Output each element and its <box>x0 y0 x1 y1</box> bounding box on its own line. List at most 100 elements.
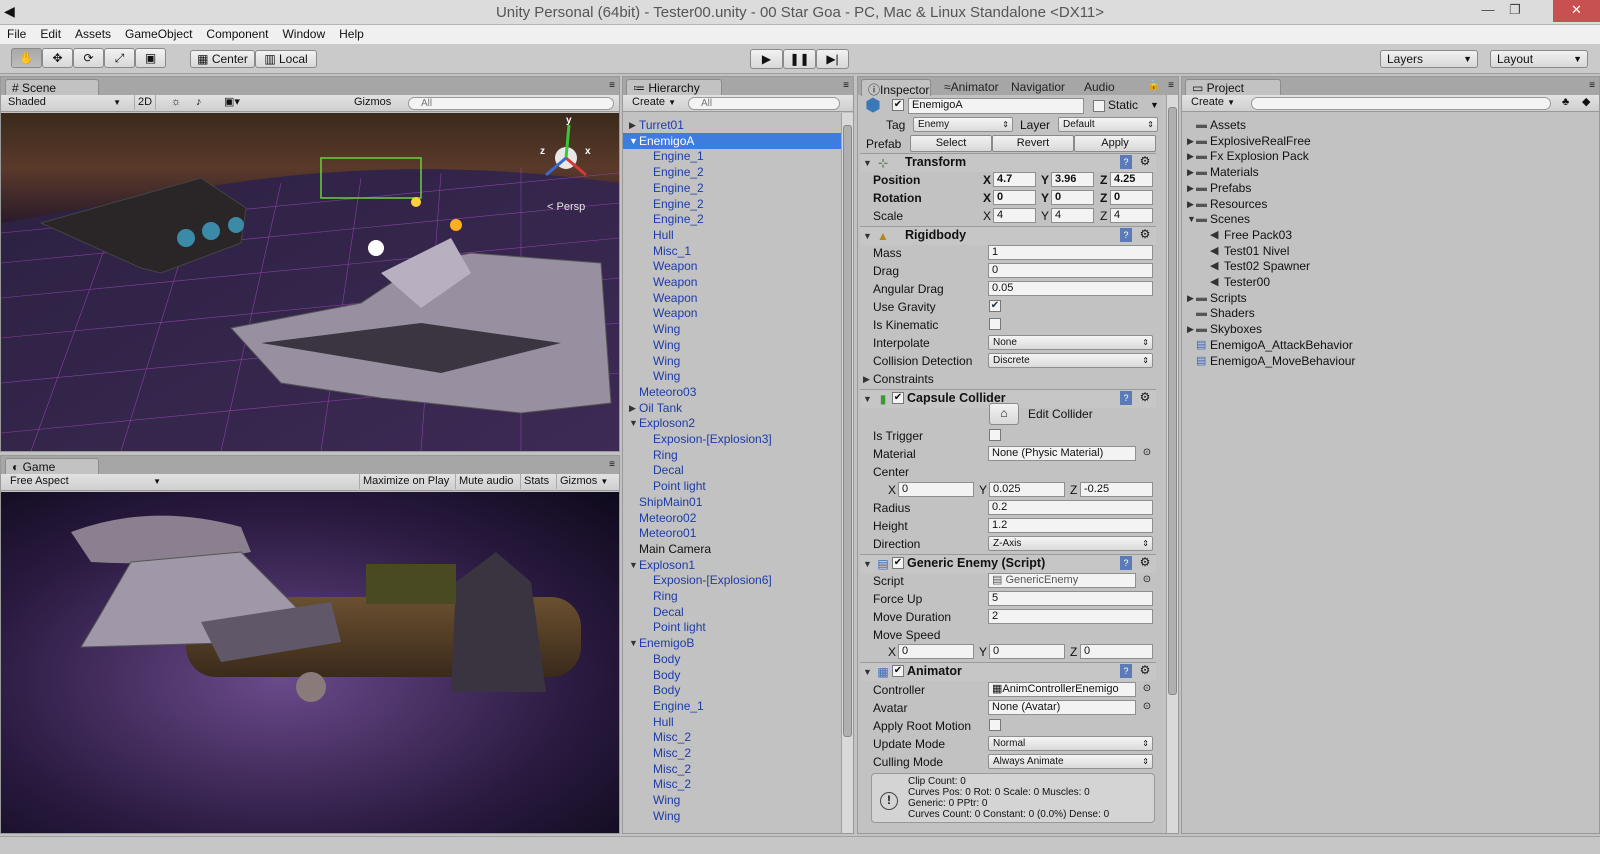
menu-window[interactable]: Window <box>275 25 332 41</box>
rotation-z-field[interactable]: 0 <box>1110 190 1153 205</box>
radius-field[interactable]: 0.2 <box>988 500 1153 515</box>
panel-menu-icon[interactable]: ≡ <box>1168 80 1174 91</box>
hierarchy-item[interactable]: ▼ EnemigoB <box>623 635 841 651</box>
tag-dropdown[interactable]: Enemy ⇕ <box>913 117 1013 132</box>
aspect-dropdown[interactable]: Free Aspect ▼ <box>7 474 163 489</box>
project-item[interactable]: ◀ Test02 Spawner <box>1182 258 1599 274</box>
pause-button[interactable]: ❚❚ <box>783 49 816 69</box>
tab-project[interactable]: ▭ Project <box>1185 79 1281 96</box>
hierarchy-item[interactable]: Weapon <box>623 274 841 290</box>
help-icon[interactable]: ? <box>1120 228 1132 242</box>
animator-header[interactable] <box>860 662 1156 681</box>
pivot-local-button[interactable]: ▥ Local <box>255 50 317 68</box>
hierarchy-item[interactable]: Decal <box>623 604 841 620</box>
step-button[interactable]: ▶| <box>816 49 849 69</box>
hierarchy-item[interactable]: Engine_2 <box>623 164 841 180</box>
help-icon[interactable]: ? <box>1120 391 1132 405</box>
hierarchy-item[interactable]: ▶ Oil Tank <box>623 400 841 416</box>
layers-dropdown[interactable]: Layers ▼ <box>1380 50 1478 68</box>
shading-mode-dropdown[interactable]: Shaded ▼ <box>5 95 123 110</box>
foldout-open-icon[interactable]: ▼ <box>863 667 872 677</box>
hierarchy-create-dropdown[interactable]: Create ▼ <box>629 95 679 110</box>
hierarchy-scrollbar[interactable] <box>841 113 853 833</box>
hierarchy-item[interactable]: Exposion-[Explosion6] <box>623 572 841 588</box>
height-field[interactable]: 1.2 <box>988 518 1153 533</box>
project-item[interactable]: ▶ ▬ Fx Explosion Pack <box>1182 148 1599 164</box>
foldout-closed-icon[interactable]: ▶ <box>1187 180 1194 196</box>
apply-root-motion-checkbox[interactable] <box>989 719 1001 731</box>
hierarchy-item[interactable]: Weapon <box>623 290 841 306</box>
position-y-field[interactable]: 3.96 <box>1051 172 1094 187</box>
use-gravity-checkbox[interactable]: ✔ <box>989 300 1001 312</box>
script-field[interactable]: ▤ GenericEnemy <box>988 573 1136 588</box>
lock-icon[interactable]: 🔒 <box>1148 80 1160 91</box>
hierarchy-item[interactable]: Weapon <box>623 258 841 274</box>
project-item[interactable]: ◀ Free Pack03 <box>1182 227 1599 243</box>
update-mode-dropdown[interactable]: Normal ⇕ <box>988 736 1153 751</box>
project-item[interactable]: ▬ Shaders <box>1182 305 1599 321</box>
tab-hierarchy[interactable]: ≔ Hierarchy <box>626 79 722 96</box>
rotate-tool-icon[interactable]: ⟳ <box>73 48 104 68</box>
position-x-field[interactable]: 4.7 <box>993 172 1036 187</box>
force-up-field[interactable]: 5 <box>988 591 1153 606</box>
center-x-field[interactable]: 0 <box>898 482 974 497</box>
hierarchy-item[interactable]: Point light <box>623 478 841 494</box>
scene-search-input[interactable]: All <box>408 97 614 110</box>
hierarchy-item[interactable]: Engine_1 <box>623 148 841 164</box>
center-z-field[interactable]: -0.25 <box>1080 482 1153 497</box>
hierarchy-item[interactable]: Misc_2 <box>623 776 841 792</box>
hand-tool-icon[interactable]: ✋ <box>11 48 42 68</box>
prefab-apply-button[interactable]: Apply <box>1074 135 1156 152</box>
menu-edit[interactable]: Edit <box>33 25 68 41</box>
foldout-open-icon[interactable]: ▼ <box>629 133 638 149</box>
mode-2d-toggle[interactable]: 2D <box>134 95 156 110</box>
gear-icon[interactable]: ⚙ <box>1138 663 1152 677</box>
persp-label[interactable]: < Persp <box>547 201 585 213</box>
tab-audio-mixer[interactable]: Audio Mix <box>1078 79 1142 96</box>
project-create-dropdown[interactable]: Create ▼ <box>1188 95 1238 110</box>
hierarchy-item[interactable]: Engine_1 <box>623 698 841 714</box>
tab-game[interactable]: ◐ Game <box>5 458 99 475</box>
prefab-revert-button[interactable]: Revert <box>992 135 1074 152</box>
script-enabled-checkbox[interactable]: ✔ <box>892 557 904 569</box>
move-speed-z-field[interactable]: 0 <box>1080 644 1153 659</box>
hierarchy-item[interactable]: ▼ EnemigoA <box>623 132 841 149</box>
hierarchy-item[interactable]: ▼ Exploson2 <box>623 415 841 431</box>
hierarchy-item[interactable]: Exposion-[Explosion3] <box>623 431 841 447</box>
culling-mode-dropdown[interactable]: Always Animate ⇕ <box>988 754 1153 769</box>
scene-gizmos-dropdown[interactable]: Gizmos ▼ <box>351 95 397 122</box>
object-picker-icon[interactable]: ⊙ <box>1141 682 1153 696</box>
mass-field[interactable]: 1 <box>988 245 1153 260</box>
tab-animator[interactable]: ≈Animator <box>938 79 1002 96</box>
project-item[interactable]: ▬ Assets <box>1182 117 1599 133</box>
static-dropdown-icon[interactable]: ▼ <box>1150 100 1159 110</box>
gear-icon[interactable]: ⚙ <box>1138 154 1152 168</box>
hierarchy-item[interactable]: Engine_2 <box>623 211 841 227</box>
hierarchy-search-input[interactable]: All <box>688 97 840 110</box>
object-picker-icon[interactable]: ⊙ <box>1141 573 1153 587</box>
gear-icon[interactable]: ⚙ <box>1138 227 1152 241</box>
foldout-closed-icon[interactable]: ▶ <box>1187 164 1194 180</box>
move-speed-x-field[interactable]: 0 <box>898 644 974 659</box>
project-item[interactable]: ◀ Test01 Nivel <box>1182 243 1599 259</box>
controller-field[interactable]: ▦AnimControllerEnemigo <box>988 682 1136 697</box>
inspector-scrollbar[interactable] <box>1166 95 1178 833</box>
edit-collider-button[interactable]: ⌂ <box>989 403 1019 425</box>
foldout-closed-icon[interactable]: ▶ <box>629 117 636 133</box>
tab-scene[interactable]: # Scene <box>5 79 99 96</box>
hierarchy-item[interactable]: Body <box>623 682 841 698</box>
position-z-field[interactable]: 4.25 <box>1110 172 1153 187</box>
hierarchy-item[interactable]: Weapon <box>623 305 841 321</box>
foldout-open-icon[interactable]: ▼ <box>629 415 638 431</box>
move-speed-y-field[interactable]: 0 <box>989 644 1065 659</box>
hierarchy-item[interactable]: Engine_2 <box>623 196 841 212</box>
foldout-open-icon[interactable]: ▼ <box>863 559 872 569</box>
project-item[interactable]: ▤ EnemigoA_MoveBehaviour <box>1182 353 1599 369</box>
foldout-closed-icon[interactable]: ▶ <box>629 400 636 416</box>
hierarchy-item[interactable]: Meteoro02 <box>623 510 841 526</box>
foldout-closed-icon[interactable]: ▶ <box>1187 290 1194 306</box>
inspector-scroll-thumb[interactable] <box>1168 107 1177 695</box>
active-checkbox[interactable]: ✔ <box>892 99 904 111</box>
avatar-field[interactable]: None (Avatar) <box>988 700 1136 715</box>
gear-icon[interactable]: ⚙ <box>1138 555 1152 569</box>
